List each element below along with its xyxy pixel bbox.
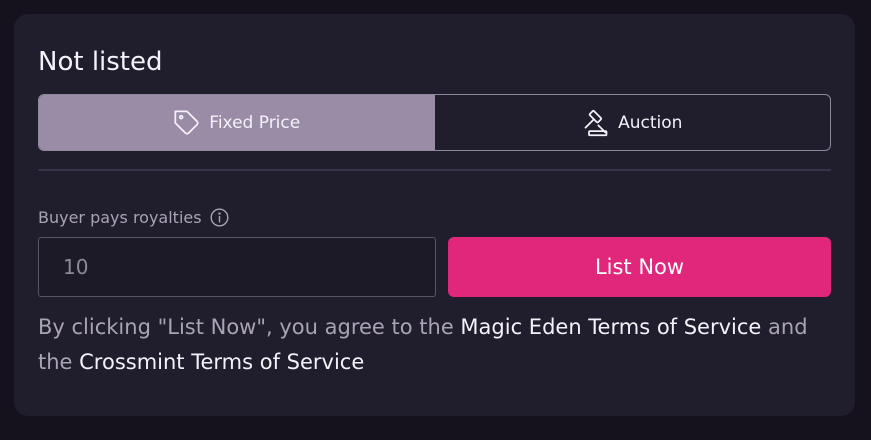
listing-status-title: Not listed — [38, 47, 163, 77]
tab-auction-label: Auction — [618, 112, 683, 133]
listing-type-toggle: Fixed Price Auction — [38, 94, 831, 151]
tab-fixed-price-label: Fixed Price — [209, 112, 301, 133]
tab-auction[interactable]: Auction — [435, 95, 831, 150]
crossmint-terms-link[interactable]: Crossmint Terms of Service — [79, 350, 364, 374]
terms-prefix: By clicking "List Now", you agree to the — [38, 315, 461, 339]
section-divider — [38, 169, 831, 171]
info-icon[interactable] — [209, 207, 230, 228]
tab-fixed-price[interactable]: Fixed Price — [39, 95, 435, 150]
terms-notice: By clicking "List Now", you agree to the… — [38, 310, 838, 380]
price-input[interactable] — [38, 237, 436, 297]
magic-eden-terms-link[interactable]: Magic Eden Terms of Service — [460, 315, 761, 339]
listing-card: Not listed Fixed Price Auction Buyer pay… — [14, 14, 855, 416]
royalties-label-text: Buyer pays royalties — [38, 208, 202, 227]
royalties-label: Buyer pays royalties — [38, 207, 230, 228]
list-now-button[interactable]: List Now — [448, 237, 831, 297]
price-tag-icon — [173, 109, 201, 137]
gavel-icon — [582, 109, 610, 137]
